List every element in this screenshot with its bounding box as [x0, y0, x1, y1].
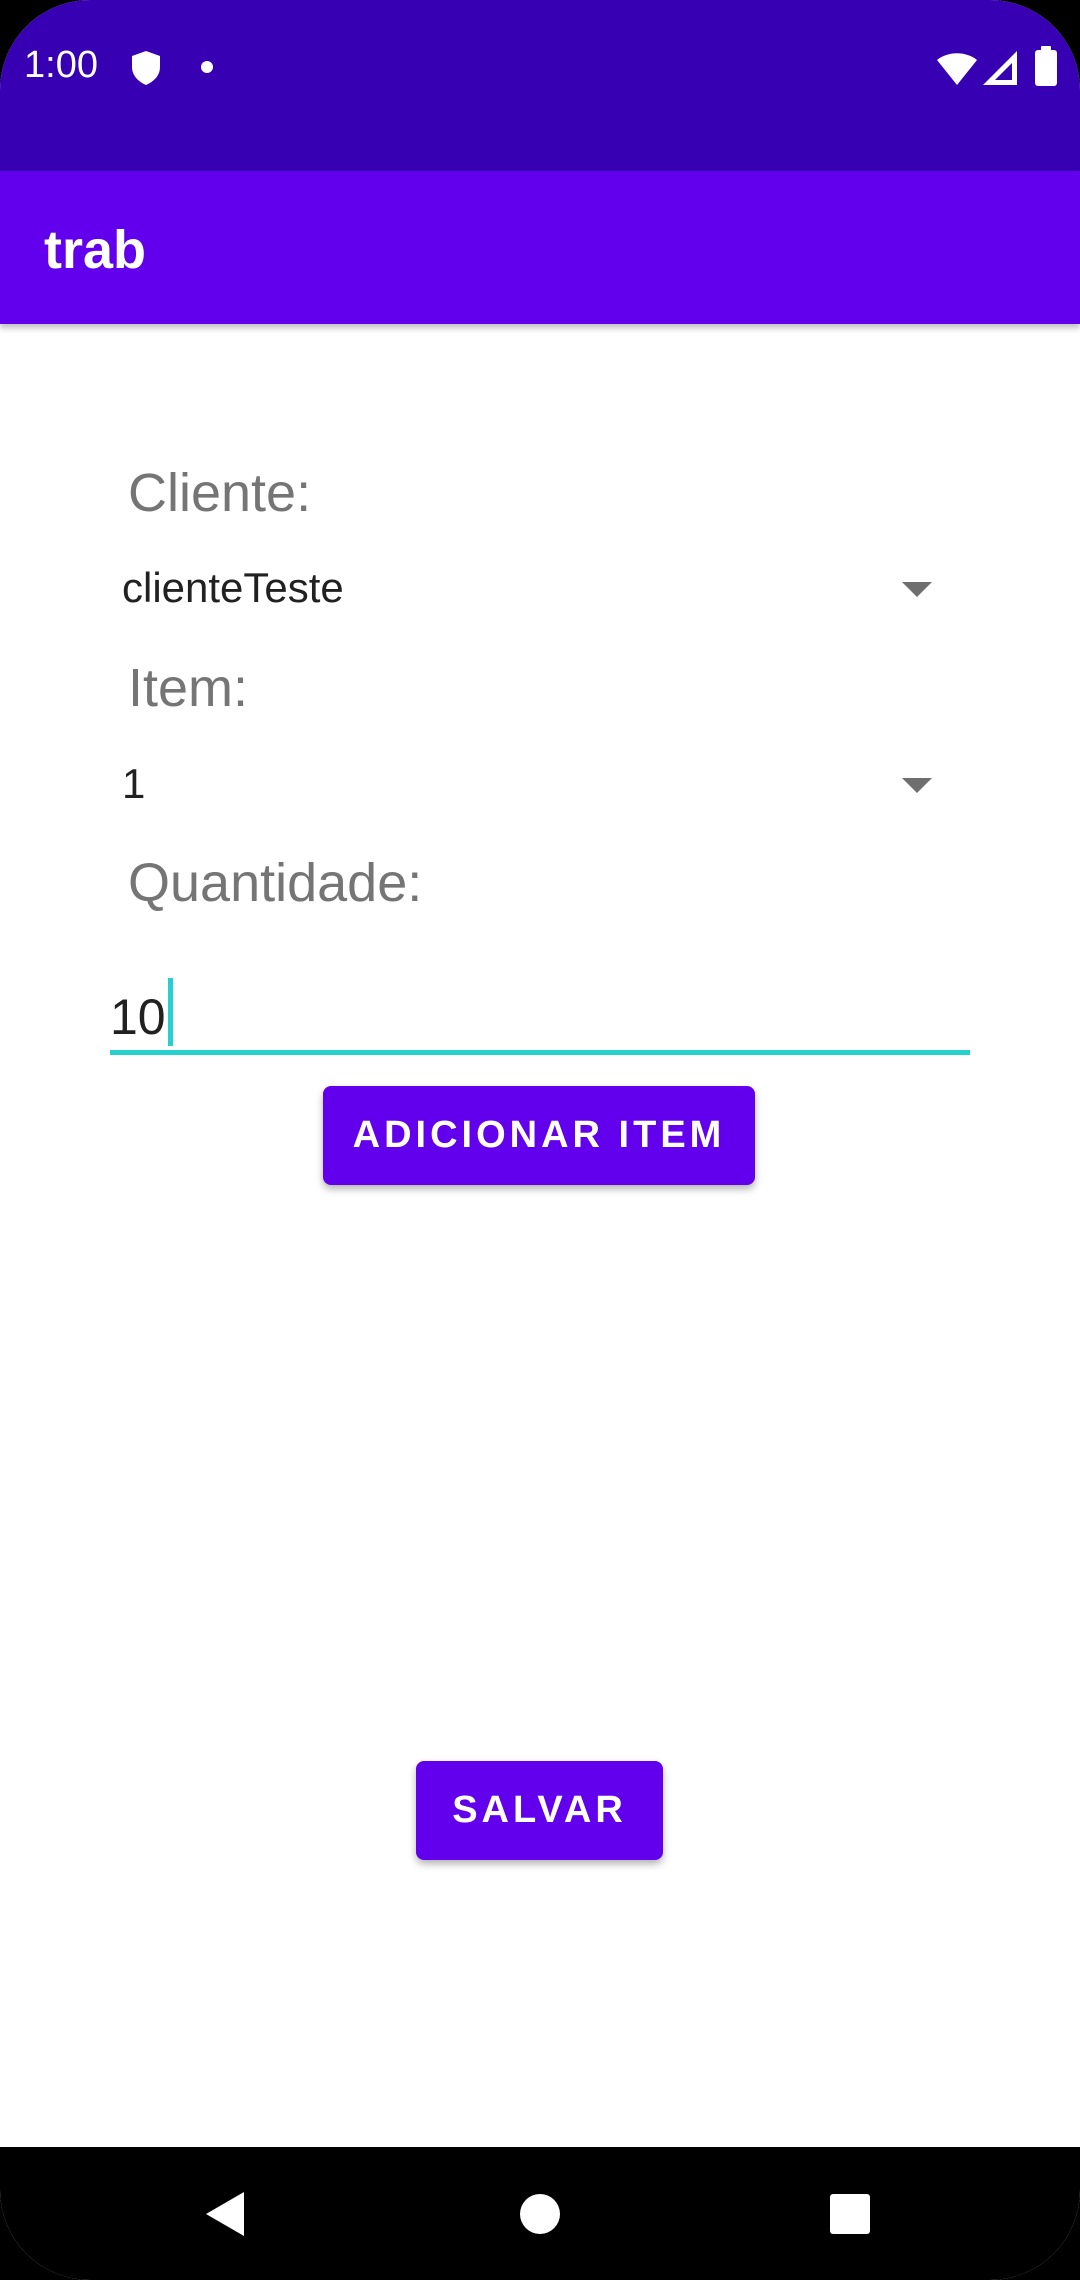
shield-icon — [130, 50, 162, 91]
app-bar: trab — [0, 171, 1080, 324]
back-icon[interactable] — [205, 2191, 245, 2242]
item-spinner[interactable]: 1 — [110, 736, 950, 836]
save-button[interactable]: SALVAR — [416, 1761, 663, 1860]
home-icon[interactable] — [519, 2193, 561, 2240]
recents-icon[interactable] — [829, 2193, 871, 2240]
quantidade-label: Quantidade: — [128, 853, 423, 913]
quantidade-input-value: 10 — [110, 978, 173, 1046]
item-spinner-value: 1 — [122, 760, 146, 807]
notification-dot-icon — [200, 60, 214, 79]
text-cursor — [167, 978, 173, 1046]
phone-screen: 1:00 trab Cliente: clienteTeste Item: 1 … — [0, 0, 1080, 2280]
signal-icon — [982, 50, 1018, 91]
status-time: 1:00 — [24, 44, 98, 86]
battery-icon — [1034, 46, 1058, 91]
status-bar: 1:00 — [0, 0, 1080, 171]
cliente-spinner[interactable]: clienteTeste — [110, 540, 950, 640]
dropdown-arrow-icon — [902, 582, 932, 597]
wifi-icon — [936, 50, 978, 91]
cliente-spinner-value: clienteTeste — [122, 564, 344, 611]
navigation-bar — [0, 2147, 1080, 2280]
item-label: Item: — [128, 658, 249, 718]
quantidade-input-text: 10 — [110, 989, 166, 1045]
cliente-label: Cliente: — [128, 463, 312, 523]
app-title: trab — [44, 220, 147, 280]
save-button-label: SALVAR — [452, 1789, 627, 1831]
quantidade-input[interactable]: 10 — [110, 960, 970, 1055]
add-item-button-label: ADICIONAR ITEM — [352, 1114, 726, 1156]
add-item-button[interactable]: ADICIONAR ITEM — [323, 1086, 755, 1185]
dropdown-arrow-icon — [902, 778, 932, 793]
